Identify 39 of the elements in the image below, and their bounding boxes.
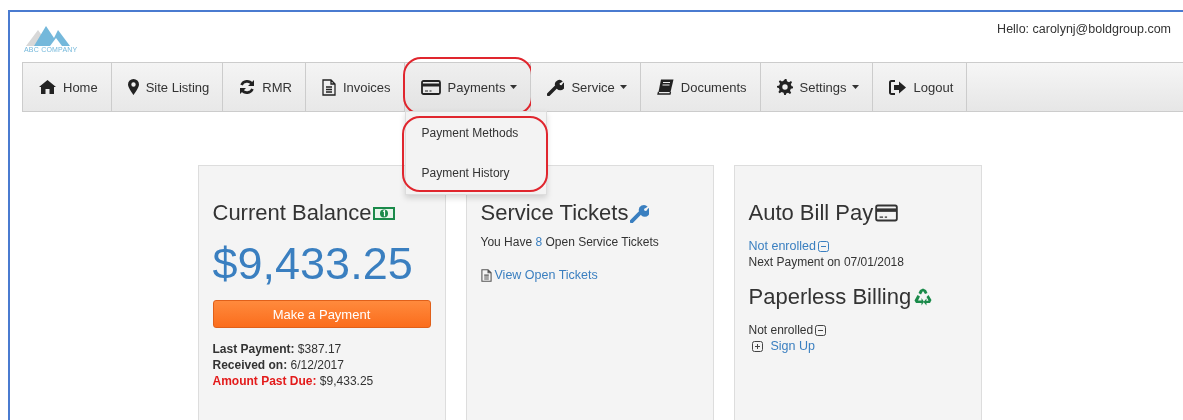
expand-icon (751, 340, 763, 352)
paperless-status-text: Not enrolled (748, 322, 814, 338)
document-icon (480, 268, 492, 282)
wrench-icon (630, 203, 650, 223)
card-title: Paperless Billing (748, 284, 912, 310)
wrench-icon (547, 78, 565, 96)
collapse-icon (815, 324, 827, 336)
banknote-icon (373, 206, 396, 220)
logout-icon (888, 79, 907, 95)
payment-detail: Last Payment: $387.17 (212, 341, 343, 357)
nav-item[interactable]: Payments (404, 63, 532, 111)
next-payment-text: Next Payment on 07/01/2018 (748, 254, 905, 270)
caret-icon (510, 85, 518, 89)
nav-item[interactable]: Service (531, 63, 641, 111)
greeting-text: Hello: carolynj@boldgroup.com (997, 22, 1171, 36)
menu-item[interactable]: Payment Methods (407, 120, 544, 146)
sign-up-link[interactable]: Sign Up (770, 338, 815, 354)
recycle-icon (913, 287, 934, 307)
card-title: Auto Bill Pay (748, 200, 874, 226)
map-pin-icon (127, 79, 139, 95)
credit-card-icon (420, 79, 441, 95)
view-tickets-link[interactable]: View Open Tickets (494, 268, 598, 282)
document-icon (321, 78, 336, 96)
balance-amount: $9,433.25 (212, 238, 414, 290)
settings-icon (776, 79, 793, 95)
enrollment-status-link[interactable]: Not enrolled (748, 238, 816, 254)
payment-detail: Received on: 6/12/2017 (212, 357, 345, 373)
tickets-summary: You Have 8 Open Service Tickets (480, 234, 660, 250)
card-title: Service Tickets (480, 200, 629, 226)
caret-icon (851, 85, 859, 89)
credit-card-icon (875, 204, 899, 222)
card-title: Current Balance (212, 200, 372, 226)
home-icon (39, 80, 56, 94)
caret-icon (619, 85, 627, 89)
payment-detail: Amount Past Due: $9,433.25 (212, 373, 375, 389)
menu-item[interactable]: Payment History (407, 160, 544, 186)
book-icon (656, 79, 674, 95)
collapse-icon (817, 240, 829, 252)
refresh-icon (239, 79, 256, 95)
